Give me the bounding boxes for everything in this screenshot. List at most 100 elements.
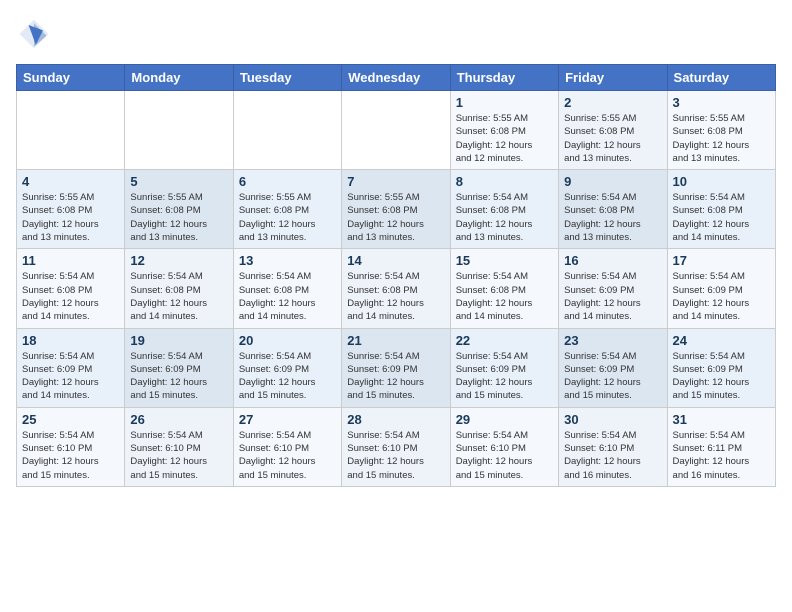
day-number: 25 [22,412,119,427]
calendar-cell: 13 Sunrise: 5:54 AM Sunset: 6:08 PM Dayli… [233,249,341,328]
calendar-cell: 5 Sunrise: 5:55 AM Sunset: 6:08 PM Daylig… [125,170,233,249]
day-info: Sunrise: 5:55 AM Sunset: 6:08 PM Dayligh… [456,112,553,165]
day-number: 12 [130,253,227,268]
calendar-cell: 29 Sunrise: 5:54 AM Sunset: 6:10 PM Dayli… [450,407,558,486]
calendar-cell: 8Sunrise: 5:54 AM Sunset: 6:08 PM Daylig… [450,170,558,249]
calendar-cell: 25 Sunrise: 5:54 AM Sunset: 6:10 PM Dayli… [17,407,125,486]
calendar-week-2: 4 Sunrise: 5:55 AM Sunset: 6:08 PM Daylig… [17,170,776,249]
day-info: Sunrise: 5:54 AM Sunset: 6:08 PM Dayligh… [22,270,119,323]
day-number: 20 [239,333,336,348]
calendar-cell: 1Sunrise: 5:55 AM Sunset: 6:08 PM Daylig… [450,91,558,170]
calendar-week-4: 18Sunrise: 5:54 AM Sunset: 6:09 PM Dayli… [17,328,776,407]
calendar-cell: 19 Sunrise: 5:54 AM Sunset: 6:09 PM Dayli… [125,328,233,407]
day-info: Sunrise: 5:54 AM Sunset: 6:11 PM Dayligh… [673,429,770,482]
calendar-cell: 6Sunrise: 5:55 AM Sunset: 6:08 PM Daylig… [233,170,341,249]
day-number: 2 [564,95,661,110]
calendar-cell [125,91,233,170]
day-number: 30 [564,412,661,427]
logo-icon [16,16,52,52]
weekday-tuesday: Tuesday [233,65,341,91]
day-number: 17 [673,253,770,268]
weekday-header-row: SundayMondayTuesdayWednesdayThursdayFrid… [17,65,776,91]
calendar-cell: 15 Sunrise: 5:54 AM Sunset: 6:08 PM Dayli… [450,249,558,328]
day-info: Sunrise: 5:54 AM Sunset: 6:10 PM Dayligh… [564,429,661,482]
day-number: 24 [673,333,770,348]
day-info: Sunrise: 5:55 AM Sunset: 6:08 PM Dayligh… [564,112,661,165]
weekday-friday: Friday [559,65,667,91]
calendar-week-1: 1Sunrise: 5:55 AM Sunset: 6:08 PM Daylig… [17,91,776,170]
day-info: Sunrise: 5:55 AM Sunset: 6:08 PM Dayligh… [130,191,227,244]
calendar-cell [17,91,125,170]
calendar-cell: 11 Sunrise: 5:54 AM Sunset: 6:08 PM Dayli… [17,249,125,328]
weekday-wednesday: Wednesday [342,65,450,91]
day-number: 21 [347,333,444,348]
day-info: Sunrise: 5:55 AM Sunset: 6:08 PM Dayligh… [22,191,119,244]
day-number: 27 [239,412,336,427]
calendar-cell: 4 Sunrise: 5:55 AM Sunset: 6:08 PM Daylig… [17,170,125,249]
calendar-cell: 7 Sunrise: 5:55 AM Sunset: 6:08 PM Daylig… [342,170,450,249]
day-info: Sunrise: 5:54 AM Sunset: 6:10 PM Dayligh… [456,429,553,482]
day-number: 9 [564,174,661,189]
calendar-cell: 14 Sunrise: 5:54 AM Sunset: 6:08 PM Dayli… [342,249,450,328]
weekday-monday: Monday [125,65,233,91]
day-info: Sunrise: 5:54 AM Sunset: 6:09 PM Dayligh… [564,350,661,403]
day-number: 4 [22,174,119,189]
day-info: Sunrise: 5:54 AM Sunset: 6:08 PM Dayligh… [130,270,227,323]
day-number: 13 [239,253,336,268]
day-number: 5 [130,174,227,189]
day-number: 16 [564,253,661,268]
day-number: 6 [239,174,336,189]
calendar-cell: 31 Sunrise: 5:54 AM Sunset: 6:11 PM Dayli… [667,407,775,486]
calendar-cell: 28 Sunrise: 5:54 AM Sunset: 6:10 PM Dayli… [342,407,450,486]
day-info: Sunrise: 5:54 AM Sunset: 6:08 PM Dayligh… [456,270,553,323]
day-info: Sunrise: 5:54 AM Sunset: 6:10 PM Dayligh… [130,429,227,482]
day-info: Sunrise: 5:54 AM Sunset: 6:09 PM Dayligh… [673,270,770,323]
day-number: 19 [130,333,227,348]
calendar-cell: 17 Sunrise: 5:54 AM Sunset: 6:09 PM Dayli… [667,249,775,328]
day-info: Sunrise: 5:54 AM Sunset: 6:10 PM Dayligh… [239,429,336,482]
calendar-cell: 9 Sunrise: 5:54 AM Sunset: 6:08 PM Daylig… [559,170,667,249]
weekday-saturday: Saturday [667,65,775,91]
day-number: 3 [673,95,770,110]
day-number: 14 [347,253,444,268]
day-number: 31 [673,412,770,427]
day-number: 10 [673,174,770,189]
day-info: Sunrise: 5:54 AM Sunset: 6:09 PM Dayligh… [673,350,770,403]
calendar: SundayMondayTuesdayWednesdayThursdayFrid… [16,64,776,487]
calendar-cell: 10 Sunrise: 5:54 AM Sunset: 6:08 PM Dayli… [667,170,775,249]
calendar-cell: 27 Sunrise: 5:54 AM Sunset: 6:10 PM Dayli… [233,407,341,486]
day-info: Sunrise: 5:54 AM Sunset: 6:10 PM Dayligh… [22,429,119,482]
day-info: Sunrise: 5:54 AM Sunset: 6:09 PM Dayligh… [239,350,336,403]
calendar-cell: 21Sunrise: 5:54 AM Sunset: 6:09 PM Dayli… [342,328,450,407]
calendar-cell: 12 Sunrise: 5:54 AM Sunset: 6:08 PM Dayli… [125,249,233,328]
day-info: Sunrise: 5:54 AM Sunset: 6:08 PM Dayligh… [347,270,444,323]
calendar-cell: 18Sunrise: 5:54 AM Sunset: 6:09 PM Dayli… [17,328,125,407]
day-info: Sunrise: 5:54 AM Sunset: 6:08 PM Dayligh… [673,191,770,244]
day-info: Sunrise: 5:54 AM Sunset: 6:09 PM Dayligh… [456,350,553,403]
day-info: Sunrise: 5:54 AM Sunset: 6:08 PM Dayligh… [564,191,661,244]
calendar-cell: 16 Sunrise: 5:54 AM Sunset: 6:09 PM Dayli… [559,249,667,328]
day-number: 29 [456,412,553,427]
day-info: Sunrise: 5:54 AM Sunset: 6:10 PM Dayligh… [347,429,444,482]
day-number: 8 [456,174,553,189]
day-info: Sunrise: 5:55 AM Sunset: 6:08 PM Dayligh… [347,191,444,244]
day-info: Sunrise: 5:54 AM Sunset: 6:09 PM Dayligh… [564,270,661,323]
weekday-thursday: Thursday [450,65,558,91]
calendar-cell: 2 Sunrise: 5:55 AM Sunset: 6:08 PM Daylig… [559,91,667,170]
day-number: 11 [22,253,119,268]
day-number: 28 [347,412,444,427]
calendar-cell: 3 Sunrise: 5:55 AM Sunset: 6:08 PM Daylig… [667,91,775,170]
calendar-cell [342,91,450,170]
calendar-cell [233,91,341,170]
day-number: 7 [347,174,444,189]
page-header [16,16,776,52]
calendar-cell: 30 Sunrise: 5:54 AM Sunset: 6:10 PM Dayli… [559,407,667,486]
calendar-week-3: 11 Sunrise: 5:54 AM Sunset: 6:08 PM Dayli… [17,249,776,328]
calendar-week-5: 25 Sunrise: 5:54 AM Sunset: 6:10 PM Dayli… [17,407,776,486]
day-info: Sunrise: 5:54 AM Sunset: 6:08 PM Dayligh… [239,270,336,323]
day-info: Sunrise: 5:54 AM Sunset: 6:09 PM Dayligh… [130,350,227,403]
day-number: 15 [456,253,553,268]
day-info: Sunrise: 5:55 AM Sunset: 6:08 PM Dayligh… [673,112,770,165]
day-number: 22 [456,333,553,348]
weekday-sunday: Sunday [17,65,125,91]
